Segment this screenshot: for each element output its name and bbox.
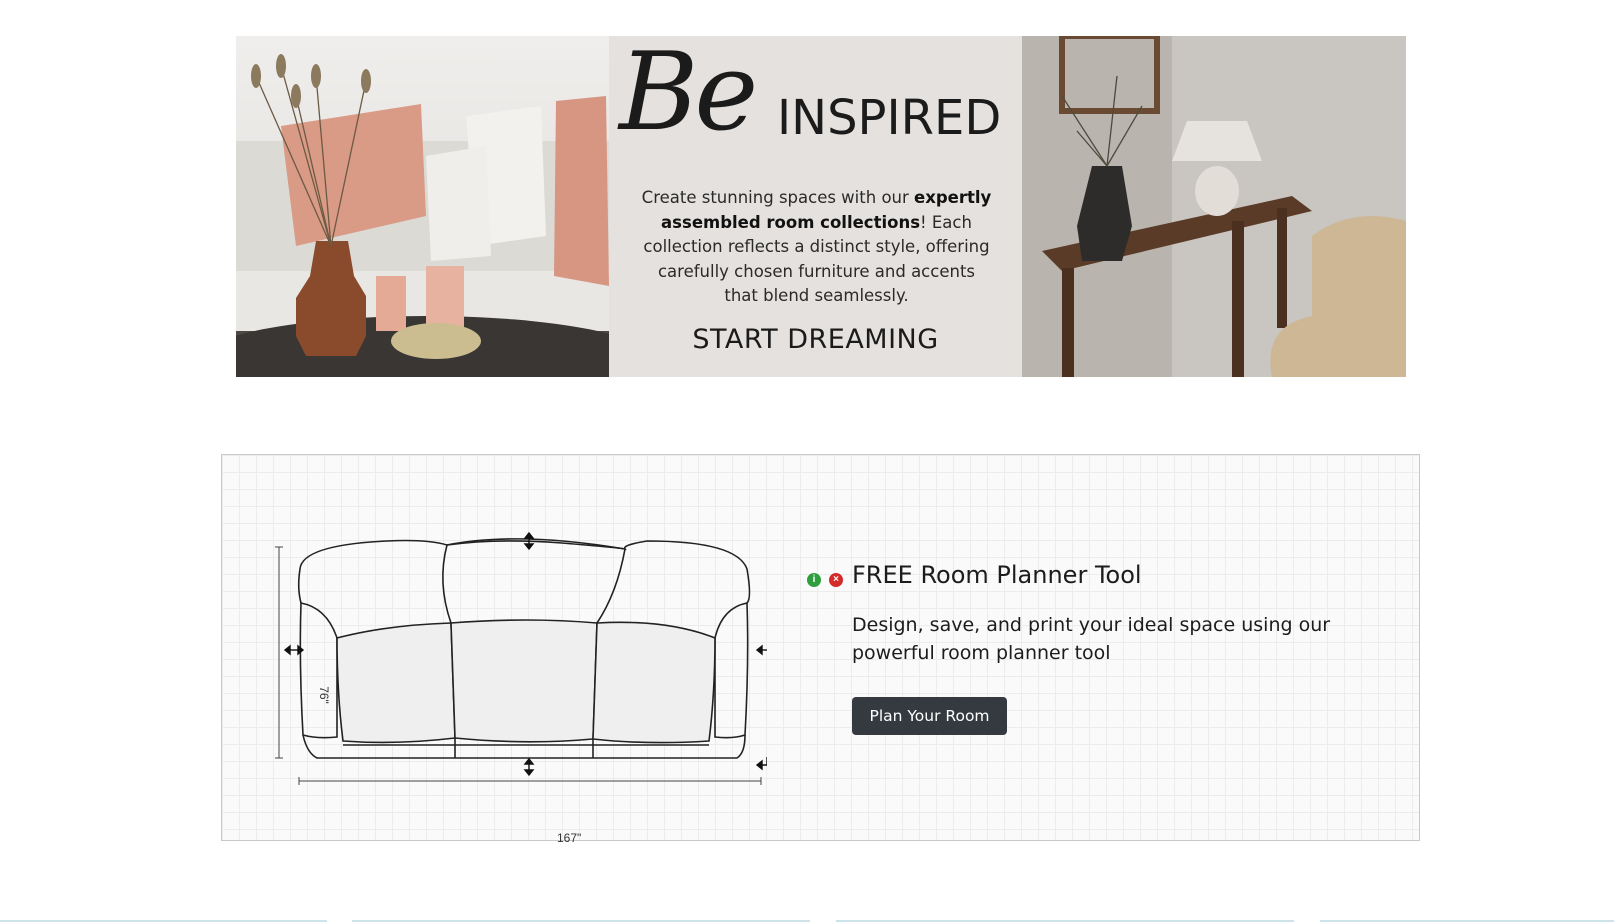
banner-script-be: Be bbox=[619, 36, 758, 155]
plan-your-room-button[interactable]: Plan Your Room bbox=[852, 697, 1007, 735]
room-planner-section: i × 167" 76" FREE Room Planner Tool Desi… bbox=[221, 454, 1420, 845]
living-room-photo bbox=[236, 36, 609, 377]
start-dreaming-link[interactable]: START DREAMING bbox=[609, 324, 1022, 355]
banner-title: INSPIRED bbox=[777, 90, 1002, 146]
desk-illustration bbox=[1022, 36, 1406, 377]
depth-dimension-label: 76" bbox=[316, 686, 331, 704]
sofa-drawing bbox=[275, 531, 777, 785]
banner-description: Create stunning spaces with our expertly… bbox=[641, 188, 992, 305]
sofa-diagram[interactable]: i × 167" 76" bbox=[267, 513, 843, 845]
banner-text-panel: Be INSPIRED Create stunning spaces with … bbox=[609, 36, 1022, 377]
delete-icon[interactable]: × bbox=[829, 573, 843, 587]
info-icon[interactable]: i bbox=[807, 573, 821, 587]
living-room-illustration bbox=[236, 54, 609, 377]
planner-description: Design, save, and print your ideal space… bbox=[852, 614, 1331, 664]
width-dimension-label: 167" bbox=[557, 831, 582, 845]
planner-title: FREE Room Planner Tool bbox=[852, 561, 1142, 589]
be-inspired-banner[interactable]: Be INSPIRED Create stunning spaces with … bbox=[236, 36, 1406, 377]
desk-photo bbox=[1022, 36, 1406, 377]
